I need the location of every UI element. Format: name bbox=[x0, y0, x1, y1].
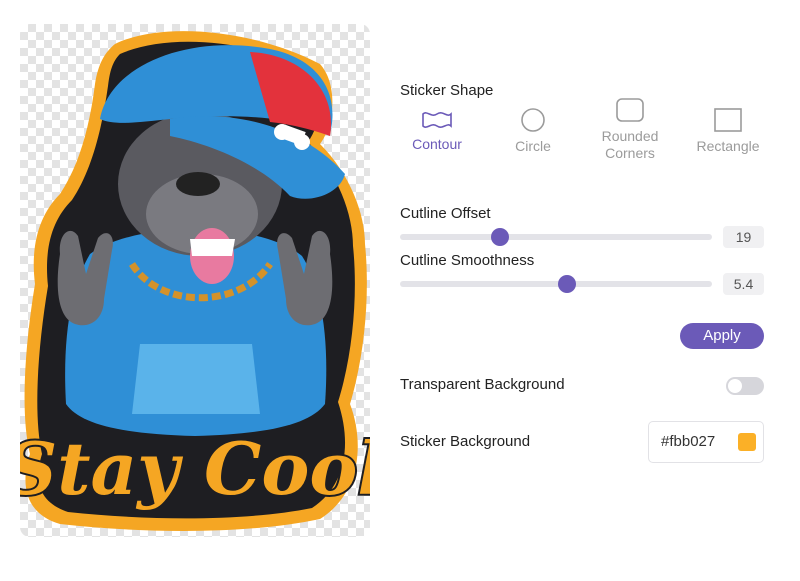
color-swatch[interactable] bbox=[738, 433, 756, 451]
rectangle-icon bbox=[714, 108, 742, 132]
cutline-smoothness-slider[interactable] bbox=[400, 275, 712, 293]
stay-cool-text: Stay Cool bbox=[20, 426, 370, 511]
circle-icon bbox=[521, 108, 545, 132]
shape-option-label-line1: Rounded bbox=[601, 128, 659, 144]
sticker-shape-options: Contour Circle Rounded Corners Rectangle bbox=[400, 98, 770, 178]
cutline-offset-slider[interactable] bbox=[400, 228, 712, 246]
sticker-shape-title: Sticker Shape bbox=[400, 82, 494, 99]
transparent-background-toggle[interactable] bbox=[726, 377, 764, 395]
sticker-background-label: Sticker Background bbox=[400, 433, 531, 450]
rounded-square-icon bbox=[616, 98, 644, 122]
shape-option-label: Rectangle bbox=[696, 138, 760, 154]
cutline-smoothness-thumb[interactable] bbox=[557, 275, 576, 293]
toggle-knob bbox=[728, 379, 742, 393]
cutline-offset-value[interactable]: 19 bbox=[723, 226, 764, 248]
shape-option-contour[interactable]: Contour bbox=[408, 108, 466, 153]
sticker-background-hex[interactable]: #fbb027 bbox=[661, 433, 715, 450]
apply-button[interactable]: Apply bbox=[680, 323, 764, 349]
cutline-smoothness-label: Cutline Smoothness bbox=[400, 252, 535, 269]
transparent-background-label: Transparent Background bbox=[400, 376, 565, 393]
shape-option-circle[interactable]: Circle bbox=[508, 108, 558, 155]
cutline-offset-label: Cutline Offset bbox=[400, 205, 491, 222]
shape-option-label: Circle bbox=[515, 138, 551, 154]
contour-wave-icon bbox=[422, 112, 452, 128]
cutline-offset-thumb[interactable] bbox=[490, 228, 509, 246]
sticker-settings-panel: Sticker Shape Contour Circle Rounded Cor… bbox=[400, 0, 770, 581]
sticker-background-color-field[interactable]: #fbb027 bbox=[648, 421, 764, 463]
shape-option-label-line2: Corners bbox=[605, 145, 655, 161]
sticker-artwork: Stay Cool bbox=[20, 31, 370, 531]
shape-option-rounded-corners[interactable]: Rounded Corners bbox=[596, 98, 664, 162]
sticker-preview: Stay Cool bbox=[20, 24, 370, 537]
cutline-smoothness-value[interactable]: 5.4 bbox=[723, 273, 764, 295]
shape-option-rectangle[interactable]: Rectangle bbox=[692, 108, 764, 155]
shape-option-label: Contour bbox=[412, 136, 462, 152]
